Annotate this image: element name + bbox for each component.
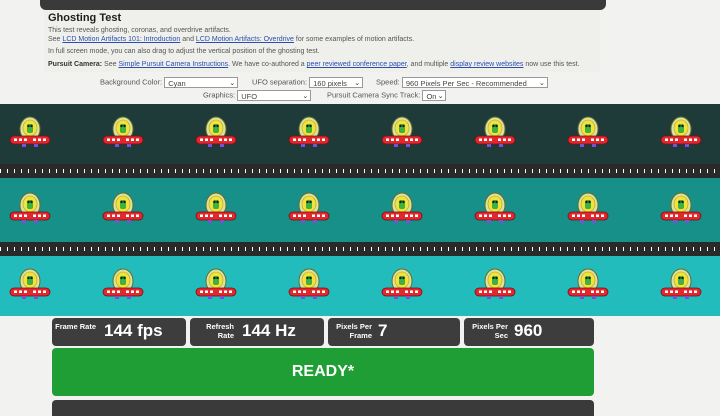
ufo-track-2 [0,178,720,242]
ufo-separation-select[interactable]: 160 pixels ⌄ [309,77,364,88]
pixels-per-frame-label: Pixels Per Frame [336,322,372,340]
ufo-track-3 [0,256,720,316]
link-review-websites[interactable]: display review websites [450,61,523,68]
description-line-3: In full screen mode, you can also drag t… [48,48,320,55]
ufo-icon [659,190,703,230]
ufo-icon [566,190,610,230]
pixels-per-sec-label: Pixels Per Sec [472,322,508,340]
chevron-down-icon: ⌄ [354,80,361,87]
link-conference-paper[interactable]: peer reviewed conference paper [307,61,407,68]
ready-status: READY* [52,348,594,396]
pursuit-camera-line: Pursuit Camera: See Simple Pursuit Camer… [48,61,580,68]
sync-track [0,164,720,178]
ufo-icon [101,190,145,230]
chevron-down-icon: ⌄ [302,93,309,100]
ufo-icon [287,190,331,230]
frame-rate-label: Frame Rate [55,322,96,331]
refresh-rate-box: Refresh Rate 144 Hz [190,318,324,346]
ufo-icon [566,266,610,306]
sync-track-control: Pursuit Camera Sync Track: On ⌄ [327,90,447,101]
ufo-icon [380,190,424,230]
ufo-icon [194,266,238,306]
graphics-control: Graphics: UFO ⌄ [203,90,312,101]
link-motion-artifacts-overdrive[interactable]: LCD Motion Artifacts: Overdrive [196,36,294,43]
chevron-down-icon: ⌄ [229,80,236,87]
ufo-icon [8,190,52,230]
speed-control: Speed: 960 Pixels Per Sec - Recommended ⌄ [376,77,548,88]
background-color-select[interactable]: Cyan ⌄ [164,77,239,88]
speed-select[interactable]: 960 Pixels Per Sec - Recommended ⌄ [401,77,548,88]
chevron-down-icon: ⌄ [539,80,545,87]
ufo-icon [473,114,517,154]
pixels-per-sec-value: 960 [514,321,543,340]
ufo-icon [566,114,610,154]
background-color-control: Background Color: Cyan ⌄ [100,77,239,88]
top-panel-edge [40,0,606,10]
pixels-per-sec-box: Pixels Per Sec 960 [464,318,594,346]
ufo-icon [473,266,517,306]
link-pursuit-instructions[interactable]: Simple Pursuit Camera Instructions [118,61,228,68]
link-motion-artifacts-intro[interactable]: LCD Motion Artifacts 101: Introduction [62,36,180,43]
test-controls: Background Color: Cyan ⌄ UFO separation: … [0,74,720,104]
ufo-icon [194,114,238,154]
ufo-track-1 [0,104,720,164]
ufo-icon [380,114,424,154]
test-header: Ghosting Test This test reveals ghosting… [44,10,600,72]
ufo-icon [287,114,331,154]
ufo-icon [194,190,238,230]
sync-track [0,242,720,256]
pixels-per-frame-value: 7 [378,321,388,340]
ufo-icon [101,266,145,306]
frame-rate-box: Frame Rate 144 fps [52,318,186,346]
pixels-per-frame-box: Pixels Per Frame 7 [328,318,460,346]
sync-track-select[interactable]: On ⌄ [422,90,447,101]
ufo-icon [101,114,145,154]
description-line-1: This test reveals ghosting, coronas, and… [48,27,231,34]
ufo-icon [380,266,424,306]
stats-bar: Frame Rate 144 fps Refresh Rate 144 Hz P… [52,318,594,346]
graphics-select[interactable]: UFO ⌄ [237,90,312,101]
ufo-icon [8,266,52,306]
frame-rate-value: 144 fps [104,321,163,340]
description-line-2: See LCD Motion Artifacts 101: Introducti… [48,36,415,43]
ufo-icon [659,114,703,154]
ufo-separation-control: UFO separation: 160 pixels ⌄ [252,77,364,88]
page-title: Ghosting Test [48,12,122,24]
ufo-icon [473,190,517,230]
refresh-rate-label: Refresh Rate [206,322,234,340]
ufo-icon [287,266,331,306]
refresh-rate-value: 144 Hz [242,321,296,340]
ufo-icon [659,266,703,306]
chevron-down-icon: ⌄ [437,93,444,100]
ufo-icon [8,114,52,154]
bottom-panel-edge [52,400,594,416]
